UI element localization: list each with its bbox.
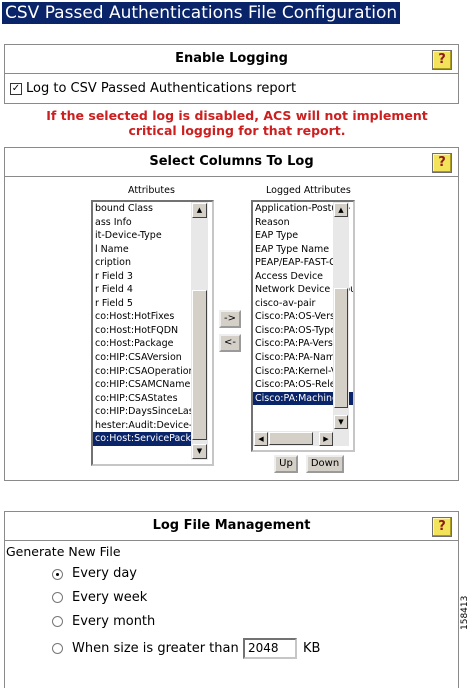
enable-logging-header: Enable Logging <box>5 45 458 74</box>
attribute-option[interactable]: co:Host:HotFQDN <box>93 324 197 338</box>
attribute-option[interactable]: co:HIP:CSAOperation <box>93 365 197 379</box>
every-month-radio[interactable] <box>52 616 63 627</box>
attribute-option[interactable]: co:Host:HotFixes <box>93 310 197 324</box>
scroll-down-icon[interactable]: ▼ <box>192 444 207 459</box>
help-icon[interactable]: ? <box>432 153 452 173</box>
attribute-option[interactable]: co:HIP:CSAVersion <box>93 351 197 365</box>
every-month-label: Every month <box>72 614 156 629</box>
attributes-label: Attributes <box>128 185 175 196</box>
size-threshold-input[interactable]: 2048 <box>243 638 297 659</box>
attribute-option[interactable]: bound Class <box>93 202 197 216</box>
generate-new-file-label: Generate New File <box>6 544 121 559</box>
size-greater-radio[interactable] <box>52 643 63 654</box>
move-up-button[interactable]: Up <box>274 455 298 473</box>
attribute-option[interactable]: r Field 5 <box>93 297 197 311</box>
log-csv-checkbox-label: Log to CSV Passed Authentications report <box>26 81 297 96</box>
attribute-option[interactable]: it-Device-Type <box>93 229 197 243</box>
attributes-vscrollbar[interactable]: ▲ ▼ <box>191 202 208 460</box>
attributes-items: bound Class ass Info it-Device-Type l Name c… <box>93 202 198 446</box>
every-week-label: Every week <box>72 590 148 605</box>
attribute-option[interactable]: co:Host:ServicePacks <box>93 432 198 446</box>
every-day-radio[interactable] <box>52 569 63 580</box>
scroll-thumb[interactable] <box>334 288 348 408</box>
attribute-option[interactable]: co:HIP:CSAStates <box>93 392 197 406</box>
move-down-button[interactable]: Down <box>306 455 344 473</box>
scroll-up-icon[interactable]: ▲ <box>334 203 348 217</box>
attributes-listbox[interactable]: bound Class ass Info it-Device-Type l Name c… <box>91 200 214 466</box>
log-csv-checkbox[interactable]: ✓ <box>10 83 22 95</box>
scroll-thumb[interactable] <box>192 290 207 440</box>
logged-attributes-label: Logged Attributes <box>266 185 351 196</box>
attribute-option[interactable]: ass Info <box>93 216 197 230</box>
warning-line-2: critical logging for that report. <box>128 123 346 138</box>
attribute-option[interactable]: co:HIP:CSAMCName <box>93 378 197 392</box>
scroll-thumb[interactable] <box>269 432 313 445</box>
logged-attributes-listbox[interactable]: Application-Posture- Reason EAP Type EAP Ty… <box>251 200 355 452</box>
add-attribute-button[interactable]: -> <box>219 310 241 328</box>
logged-vscrollbar[interactable]: ▲ ▼ <box>333 202 349 431</box>
attribute-option[interactable]: l Name <box>93 243 197 257</box>
remove-attribute-button[interactable]: <- <box>219 334 241 352</box>
attribute-option[interactable]: r Field 3 <box>93 270 197 284</box>
every-day-label: Every day <box>72 566 137 581</box>
scroll-left-icon[interactable]: ◀ <box>254 432 268 446</box>
attribute-option[interactable]: r Field 4 <box>93 283 197 297</box>
attribute-option[interactable]: cription <box>93 256 197 270</box>
size-greater-label: When size is greater than <box>72 641 239 656</box>
enable-logging-panel: Enable Logging ? ✓ Log to CSV Passed Aut… <box>4 44 459 104</box>
every-week-radio[interactable] <box>52 592 63 603</box>
warning-line-1: If the selected log is disabled, ACS wil… <box>46 108 428 123</box>
attribute-option[interactable]: co:Host:Package <box>93 337 197 351</box>
logged-hscrollbar[interactable]: ◀ ▶ <box>253 431 349 446</box>
page-title: CSV Passed Authentications File Configur… <box>2 2 401 24</box>
attribute-option[interactable]: hester:Audit:Device-T <box>93 419 197 433</box>
scroll-up-icon[interactable]: ▲ <box>192 203 207 218</box>
size-unit-label: KB <box>303 641 321 656</box>
scroll-right-icon[interactable]: ▶ <box>319 432 333 446</box>
scroll-down-icon[interactable]: ▼ <box>334 415 348 429</box>
figure-number: 158413 <box>460 595 470 630</box>
help-icon[interactable]: ? <box>432 517 452 537</box>
help-icon[interactable]: ? <box>432 50 452 70</box>
attribute-option[interactable]: co:HIP:DaysSinceLas <box>93 405 197 419</box>
log-file-management-header: Log File Management <box>5 512 458 541</box>
select-columns-header: Select Columns To Log <box>5 148 458 177</box>
